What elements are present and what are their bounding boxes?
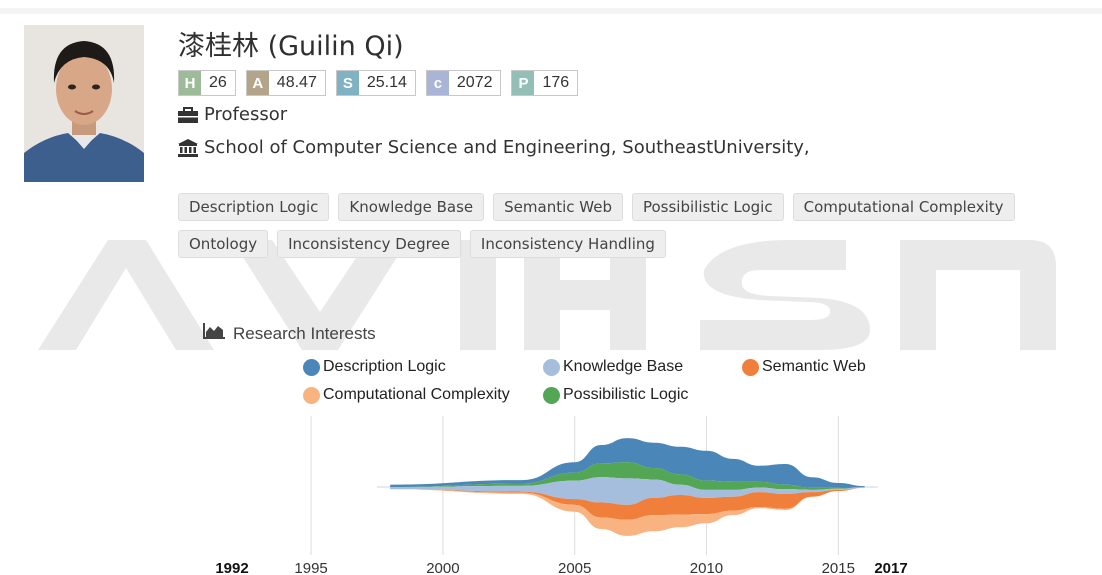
metrics-bar: H 26 A 48.47 S 25.14 c 2072 P 176: [178, 70, 579, 96]
affiliation-row: School of Computer Science and Engineeri…: [178, 137, 810, 158]
metric-value: 2072: [456, 74, 493, 91]
metric-value: 26: [209, 74, 227, 91]
legend-label: Description Logic: [323, 358, 446, 375]
tag-description-logic[interactable]: Description Logic: [178, 193, 330, 221]
affiliation-text: School of Computer Science and Engineeri…: [204, 137, 810, 158]
metric-key: A: [246, 71, 269, 95]
metric-h-index: H 26: [178, 70, 236, 96]
watermark-logo: [38, 240, 1056, 350]
legend-label: Computational Complexity: [323, 386, 510, 403]
metric-key: H: [179, 71, 201, 95]
metric-value: 176: [542, 74, 570, 91]
legend-swatch: [303, 358, 320, 376]
tag-semantic-web[interactable]: Semantic Web: [493, 193, 623, 221]
legend-label: Possibilistic Logic: [563, 386, 689, 403]
position-row: Professor: [178, 104, 287, 125]
area-chart-icon: [203, 323, 225, 344]
metric-activity: A 48.47: [245, 70, 326, 96]
briefcase-icon: [178, 106, 198, 123]
legend-item[interactable]: Semantic Web: [742, 358, 866, 376]
profile-name: 漆桂林 (Guilin Qi): [178, 31, 404, 62]
tag-knowledge-base[interactable]: Knowledge Base: [338, 193, 485, 221]
top-border: [0, 8, 1102, 14]
metric-sociability: S 25.14: [335, 70, 416, 96]
legend-item[interactable]: Description Logic: [303, 358, 446, 376]
tag-inconsistency-handling[interactable]: Inconsistency Handling: [469, 230, 666, 258]
research-interests-title: Research Interests: [233, 323, 376, 343]
legend-label: Knowledge Base: [563, 358, 684, 375]
x-tick-label: 2017: [874, 560, 907, 575]
metric-value: 25.14: [366, 74, 407, 91]
tag-possibilistic-logic[interactable]: Possibilistic Logic: [631, 193, 784, 221]
tag-computational-complexity[interactable]: Computational Complexity: [792, 193, 1015, 221]
institution-icon: [178, 138, 198, 157]
legend-swatch: [742, 358, 759, 376]
metric-citations: c 2072: [425, 70, 502, 96]
x-tick-label: 2015: [822, 560, 855, 575]
tag-inconsistency-degree[interactable]: Inconsistency Degree: [277, 230, 461, 258]
tag-ontology[interactable]: Ontology: [178, 230, 269, 258]
x-tick-label: 2005: [558, 560, 591, 575]
legend-item[interactable]: Possibilistic Logic: [543, 386, 688, 404]
x-tick-label: 2010: [690, 560, 723, 575]
position-text: Professor: [204, 104, 288, 125]
metric-key: c: [426, 71, 449, 95]
legend-item[interactable]: Computational Complexity: [303, 386, 510, 404]
x-tick-label: 2000: [426, 560, 459, 575]
research-interests-chart: 1992 1995 2000 2005 2010 2015 2017: [215, 416, 908, 575]
research-interests-heading: Research Interests: [203, 323, 376, 344]
interest-tags: Description Logic Knowledge Base Semanti…: [178, 193, 1102, 258]
metric-value: 48.47: [276, 74, 317, 91]
metric-papers: P 176: [511, 70, 579, 96]
x-tick-label: 1992: [215, 560, 248, 575]
metric-key: S: [336, 71, 359, 95]
legend-swatch: [543, 386, 560, 404]
metric-key: P: [512, 71, 535, 95]
legend-item[interactable]: Knowledge Base: [543, 358, 683, 376]
legend-swatch: [543, 358, 560, 376]
legend-label: Semantic Web: [762, 358, 866, 375]
legend-swatch: [303, 386, 320, 404]
profile-photo: [24, 25, 144, 182]
x-tick-label: 1995: [294, 560, 327, 575]
